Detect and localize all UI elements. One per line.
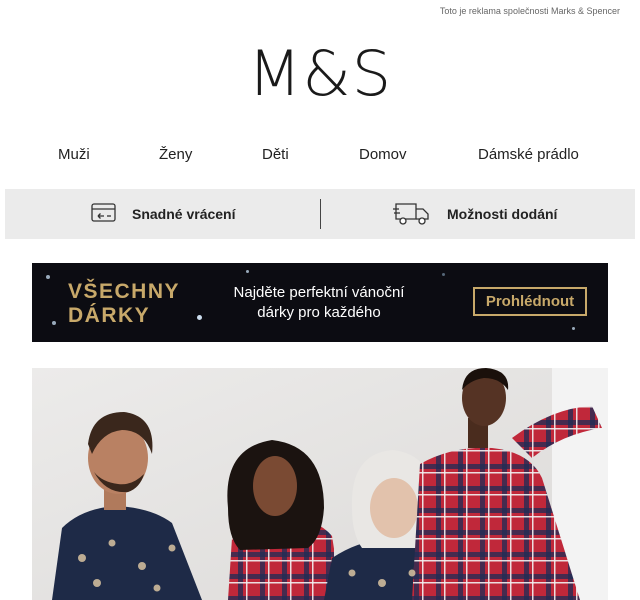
easy-returns-link[interactable]: Snadné vrácení <box>90 189 236 239</box>
nav-item-kids[interactable]: Děti <box>262 146 289 163</box>
delivery-options-link[interactable]: Možnosti dodání <box>393 189 557 239</box>
banner-message: Najděte perfektní vánoční dárky pro každ… <box>233 284 405 321</box>
snowflake-decoration <box>246 270 249 273</box>
snowflake-decoration <box>442 273 445 276</box>
browse-button[interactable]: Prohlédnout <box>473 287 587 316</box>
hero-photo-family-pyjamas <box>32 368 608 600</box>
nav-item-lingerie[interactable]: Dámské prádlo <box>478 146 579 163</box>
banner-title: VŠECHNY DÁRKY <box>68 280 180 328</box>
snowflake-decoration <box>52 321 56 325</box>
snowflake-decoration <box>572 327 575 330</box>
main-nav: Muži Ženy Děti Domov Dámské prádlo <box>0 146 640 168</box>
snowflake-decoration <box>46 275 50 279</box>
snowflake-decoration <box>197 315 202 320</box>
service-divider <box>320 199 321 229</box>
return-card-icon <box>90 201 118 228</box>
gifts-banner[interactable]: VŠECHNY DÁRKY Najděte perfektní vánoční … <box>32 263 608 342</box>
ms-logo[interactable]: M&S <box>0 38 640 110</box>
service-bar: Snadné vrácení Možnosti dodání <box>5 189 635 239</box>
nav-item-home[interactable]: Domov <box>359 146 407 163</box>
nav-item-men[interactable]: Muži <box>58 146 90 163</box>
nav-item-women[interactable]: Ženy <box>159 146 192 163</box>
ad-disclaimer: Toto je reklama společnosti Marks & Spen… <box>439 6 620 16</box>
delivery-truck-icon <box>393 199 433 230</box>
delivery-options-label: Možnosti dodání <box>447 206 558 222</box>
easy-returns-label: Snadné vrácení <box>132 206 236 222</box>
hero-image[interactable] <box>32 368 608 600</box>
banner-title-line1: VŠECHNY <box>68 280 181 303</box>
banner-title-line2: DÁRKY <box>68 304 151 327</box>
